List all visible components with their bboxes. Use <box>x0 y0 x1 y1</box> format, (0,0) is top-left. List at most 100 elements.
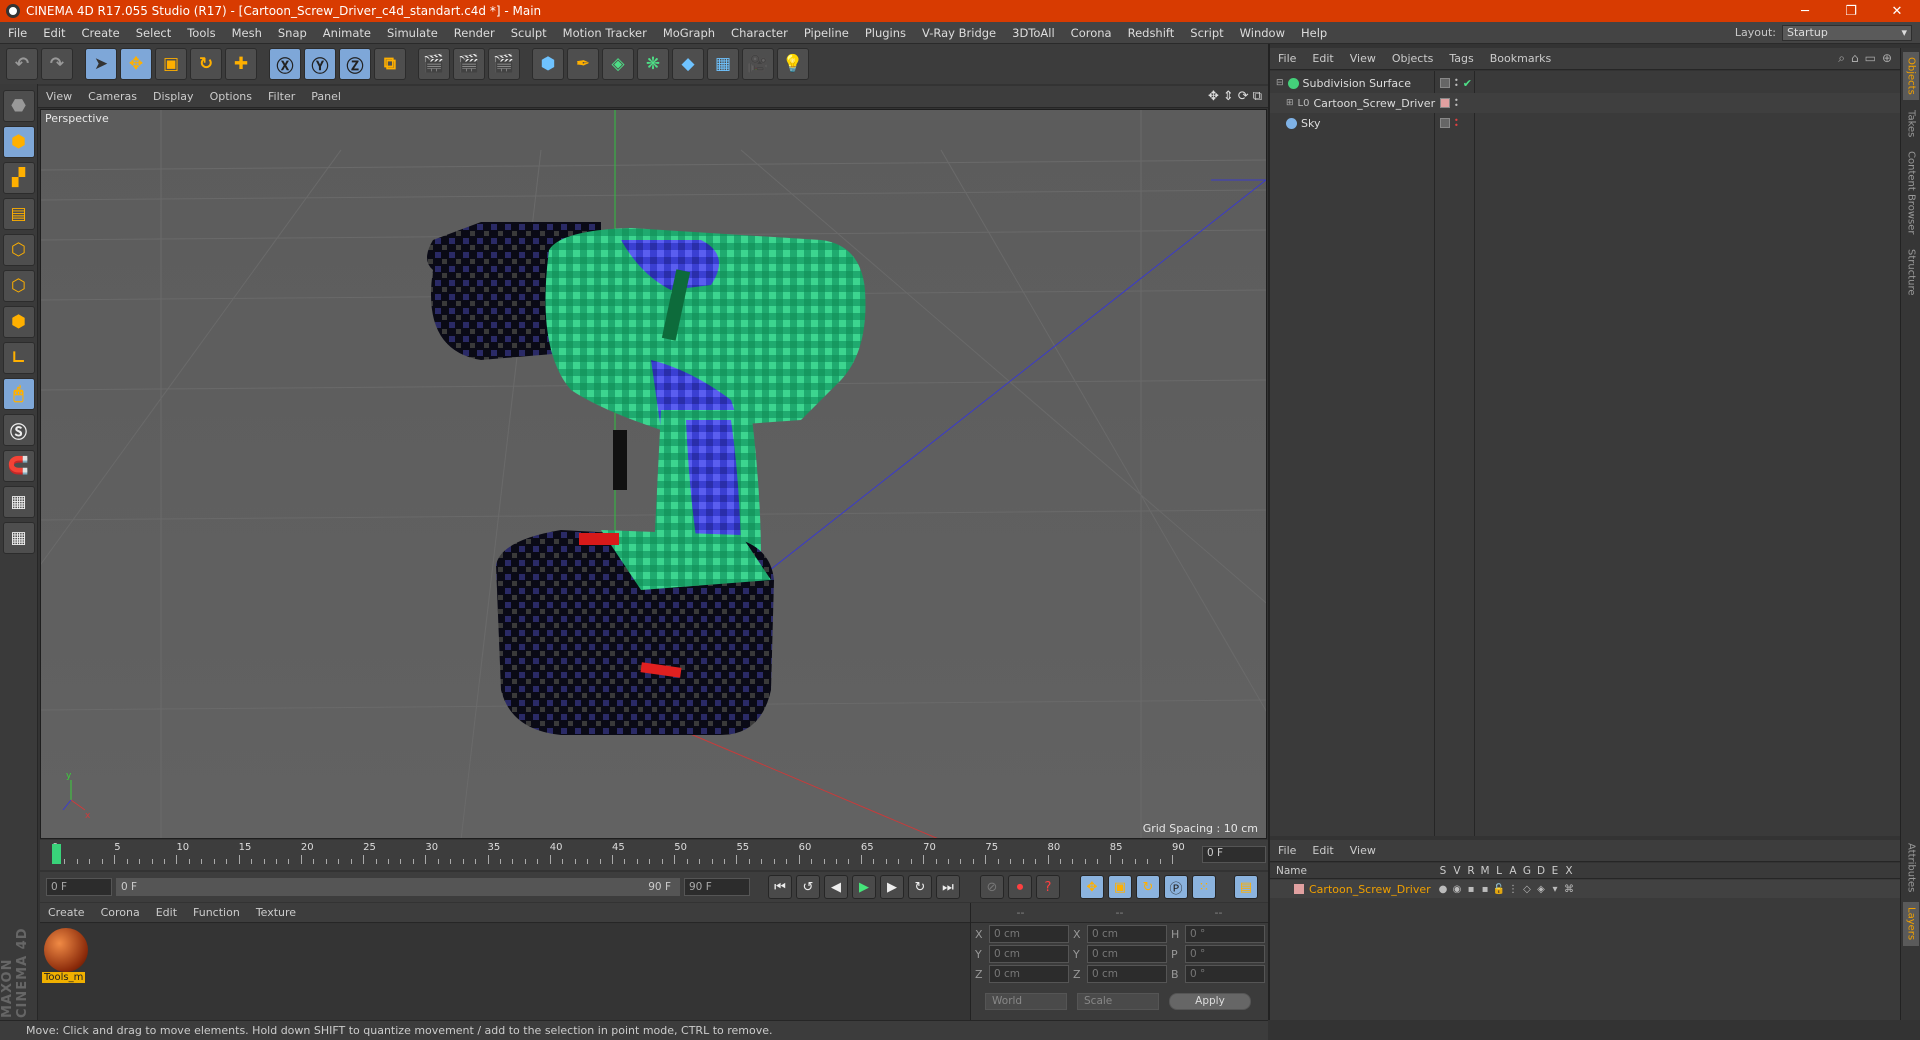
tab-layers[interactable]: Layers <box>1903 902 1919 946</box>
live-selection-button[interactable]: ➤ <box>85 48 117 80</box>
current-frame-field[interactable]: 0 F <box>1202 846 1266 863</box>
key-parameter-button[interactable]: Ⓟ <box>1164 875 1188 899</box>
timeline-ruler[interactable]: 051015202530354045505560657075808590 0 F <box>40 840 1268 870</box>
viewport-menu-display[interactable]: Display <box>145 90 202 103</box>
snapping-button[interactable]: 🧲 <box>2 450 35 482</box>
tab-objects[interactable]: Objects <box>1903 52 1919 100</box>
layout-select[interactable]: Startup ▾ <box>1782 24 1912 41</box>
animation-toggle-icon[interactable]: ⋮ <box>1506 884 1520 895</box>
light-button[interactable]: 💡 <box>777 48 809 80</box>
object-menu-edit[interactable]: Edit <box>1304 52 1341 65</box>
coordinate-system-button[interactable]: ⧉ <box>374 48 406 80</box>
maximize-button[interactable]: ❐ <box>1828 4 1874 19</box>
new-window-icon[interactable]: ▭ <box>1865 51 1876 66</box>
cube-primitive-button[interactable]: ⬢ <box>532 48 564 80</box>
layer-color-swatch[interactable] <box>1440 78 1450 88</box>
position-z-field[interactable]: 0 cm <box>989 965 1069 983</box>
autokey-button[interactable]: ⏺ <box>1008 875 1032 899</box>
xref-toggle-icon[interactable]: ⌘ <box>1562 884 1576 895</box>
x-axis-button[interactable]: Ⓧ <box>269 48 301 80</box>
enabled-check-icon[interactable]: ✔ <box>1463 77 1472 90</box>
next-key-button[interactable]: ↻ <box>908 875 932 899</box>
menu-mograph[interactable]: MoGraph <box>655 26 723 40</box>
orbit-view-icon[interactable]: ⟳ <box>1238 89 1249 104</box>
maximize-view-icon[interactable]: ⧉ <box>1253 89 1262 104</box>
layer-color-swatch[interactable] <box>1294 884 1304 894</box>
start-frame-field[interactable]: 0 F <box>46 878 112 896</box>
object-menu-file[interactable]: File <box>1270 52 1304 65</box>
pan-view-icon[interactable]: ✥ <box>1208 89 1219 104</box>
render-view-button[interactable]: 🎬 <box>418 48 450 80</box>
key-position-button[interactable]: ✥ <box>1080 875 1104 899</box>
rotation-h-field[interactable]: 0 ° <box>1185 925 1265 943</box>
apply-button[interactable]: Apply <box>1169 992 1251 1010</box>
tab-content-browser[interactable]: Content Browser <box>1903 148 1919 238</box>
menu-redshift[interactable]: Redshift <box>1120 26 1183 40</box>
last-tool-button[interactable]: ✚ <box>225 48 257 80</box>
menu-plugins[interactable]: Plugins <box>857 26 914 40</box>
move-tool-button[interactable]: ✥ <box>120 48 152 80</box>
viewport-menu-panel[interactable]: Panel <box>303 90 349 103</box>
menu-3dtoall[interactable]: 3DToAll <box>1004 26 1063 40</box>
visibility-dots-icon[interactable]: • • <box>1454 117 1459 130</box>
key-rotation-button[interactable]: ↻ <box>1136 875 1160 899</box>
viewport-menu-filter[interactable]: Filter <box>260 90 303 103</box>
expand-icon[interactable]: ⊞ <box>1286 98 1294 108</box>
z-axis-button[interactable]: Ⓩ <box>339 48 371 80</box>
material-menu-function[interactable]: Function <box>185 906 248 919</box>
object-row-subdivision-surface[interactable]: ⊟ Subdivision Surface • • ✔ <box>1270 73 1900 93</box>
object-menu-view[interactable]: View <box>1342 52 1384 65</box>
axis-mode-button[interactable]: ∟ <box>2 342 35 374</box>
layer-menu-view[interactable]: View <box>1342 844 1384 857</box>
solo-mode-button[interactable]: Ⓢ <box>2 414 35 446</box>
model-mode-button[interactable]: ⬢ <box>2 126 35 158</box>
expression-toggle-icon[interactable]: ▾ <box>1548 884 1562 895</box>
coordinate-space-select[interactable]: World <box>985 992 1067 1010</box>
pen-spline-button[interactable]: ✒ <box>567 48 599 80</box>
make-editable-button[interactable]: ⬣ <box>2 90 35 122</box>
workplane-rotate-button[interactable]: ▦ <box>2 522 35 554</box>
size-mode-select[interactable]: Scale <box>1077 992 1159 1010</box>
layer-menu-edit[interactable]: Edit <box>1304 844 1341 857</box>
menu-mesh[interactable]: Mesh <box>224 26 270 40</box>
scale-tool-button[interactable]: ▣ <box>155 48 187 80</box>
home-icon[interactable]: ⌂ <box>1851 51 1859 66</box>
end-frame-field[interactable]: 90 F <box>684 878 750 896</box>
go-to-start-button[interactable]: ⏮ <box>768 875 792 899</box>
material-name-label[interactable]: Tools_m <box>42 972 86 983</box>
object-menu-tags[interactable]: Tags <box>1441 52 1481 65</box>
dolly-view-icon[interactable]: ⇕ <box>1223 89 1234 104</box>
floor-button[interactable]: ▦ <box>707 48 739 80</box>
minimize-button[interactable]: ─ <box>1782 4 1828 19</box>
frame-ruler[interactable]: 051015202530354045505560657075808590 <box>50 842 1190 866</box>
object-menu-bookmarks[interactable]: Bookmarks <box>1482 52 1559 65</box>
size-z-field[interactable]: 0 cm <box>1087 965 1167 983</box>
texture-mode-button[interactable]: ▞ <box>2 162 35 194</box>
playhead[interactable] <box>52 844 61 864</box>
deformer-button[interactable]: ◆ <box>672 48 704 80</box>
subdivision-button[interactable]: ◈ <box>602 48 634 80</box>
object-row-cartoon-screw-driver[interactable]: ⊞ L0 Cartoon_Screw_Driver • • <box>1270 93 1900 113</box>
menu-tools[interactable]: Tools <box>179 26 223 40</box>
menu-vray-bridge[interactable]: V-Ray Bridge <box>914 26 1004 40</box>
viewport-menu-options[interactable]: Options <box>202 90 260 103</box>
cloner-button[interactable]: ❋ <box>637 48 669 80</box>
redo-button[interactable]: ↷ <box>41 48 73 80</box>
manager-toggle-icon[interactable]: ▪ <box>1478 884 1492 895</box>
menu-window[interactable]: Window <box>1232 26 1293 40</box>
material-preview-thumbnail[interactable] <box>44 928 88 972</box>
material-menu-corona[interactable]: Corona <box>93 906 148 919</box>
position-y-field[interactable]: 0 cm <box>989 945 1069 963</box>
material-menu-texture[interactable]: Texture <box>248 906 304 919</box>
close-button[interactable]: ✕ <box>1874 4 1920 19</box>
render-picture-viewer-button[interactable]: 🎬 <box>453 48 485 80</box>
menu-select[interactable]: Select <box>128 26 179 40</box>
key-pla-button[interactable]: ⁙ <box>1192 875 1216 899</box>
menu-create[interactable]: Create <box>74 26 128 40</box>
rotation-p-field[interactable]: 0 ° <box>1185 945 1265 963</box>
object-row-sky[interactable]: Sky • • <box>1270 113 1900 133</box>
menu-character[interactable]: Character <box>723 26 796 40</box>
menu-edit[interactable]: Edit <box>35 26 73 40</box>
view-toggle-icon[interactable]: ◉ <box>1450 884 1464 895</box>
y-axis-button[interactable]: Ⓨ <box>304 48 336 80</box>
